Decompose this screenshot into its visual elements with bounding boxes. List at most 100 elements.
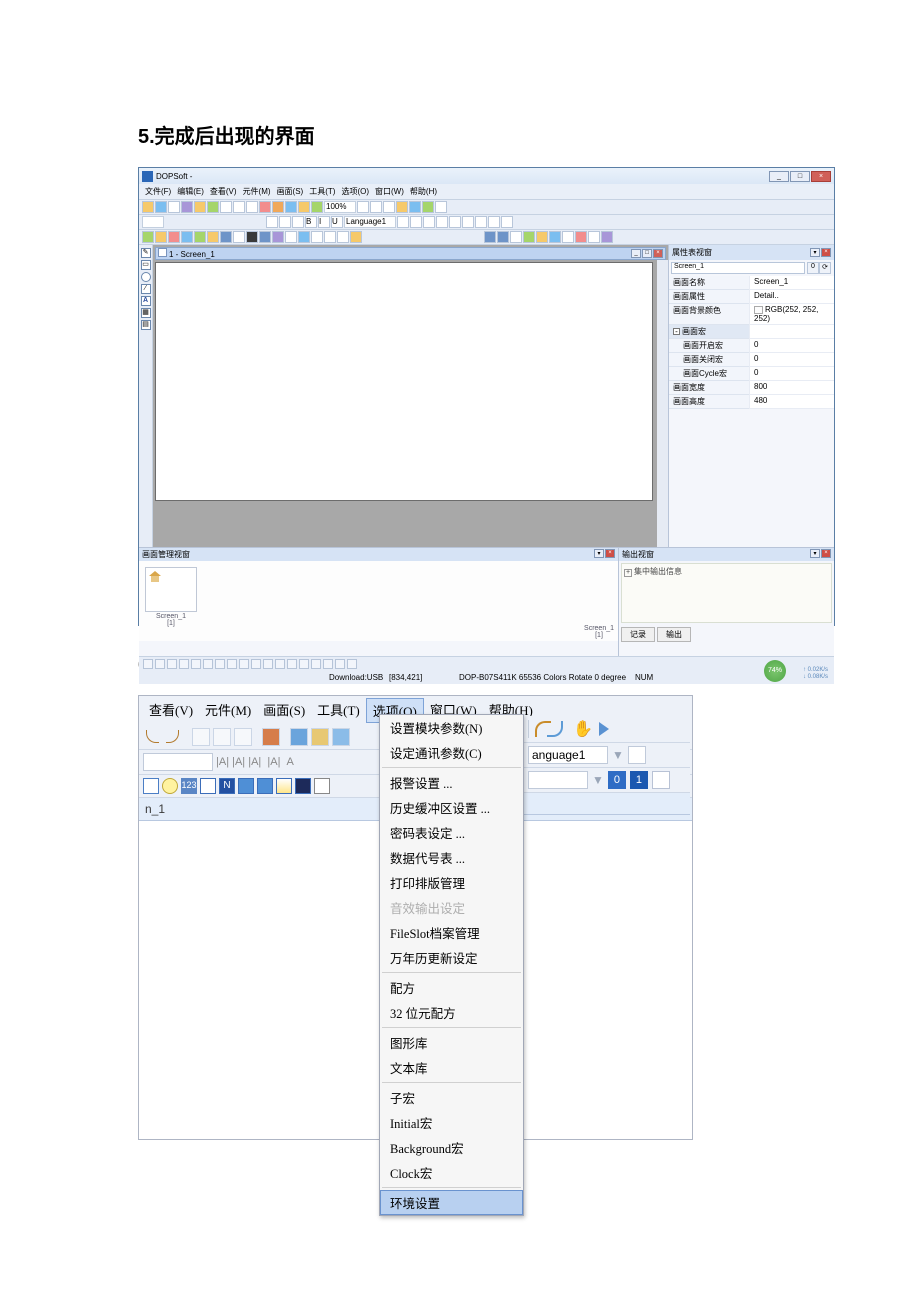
min-icon[interactable]: _ <box>631 249 641 258</box>
output-tab[interactable]: 输出 <box>657 627 691 642</box>
prop-refresh-icon[interactable]: ⟳ <box>819 262 831 274</box>
toolbtn[interactable] <box>488 216 500 228</box>
close-button[interactable]: × <box>811 171 831 182</box>
prop-val[interactable]: 0 <box>749 367 834 381</box>
menu-item-recipe[interactable]: 配方 <box>380 975 523 1000</box>
toolbtn[interactable] <box>220 231 232 243</box>
shape-sun-icon[interactable] <box>276 778 292 794</box>
max-icon[interactable]: □ <box>642 249 652 258</box>
circle-icon[interactable] <box>141 272 151 282</box>
toolbtn[interactable] <box>536 231 548 243</box>
toolbtn[interactable] <box>207 231 219 243</box>
menu-item-background-macro[interactable]: Background宏 <box>380 1135 523 1160</box>
rect-icon[interactable]: ▭ <box>141 260 151 270</box>
zoom-out-icon[interactable] <box>357 201 369 213</box>
redo-icon[interactable] <box>164 728 182 746</box>
sicon[interactable] <box>167 659 177 669</box>
menu-item-fileslot[interactable]: FileSlot档案管理 <box>380 920 523 945</box>
zoom-in-icon[interactable] <box>383 201 395 213</box>
toolbtn[interactable] <box>181 201 193 213</box>
toolbtn[interactable] <box>588 231 600 243</box>
menu-tools[interactable]: 工具(T) <box>307 185 337 198</box>
menu-screen[interactable]: 画面(S) <box>275 185 306 198</box>
menu-item-password-table[interactable]: 密码表设定 ... <box>380 820 523 845</box>
shape-n-icon[interactable]: N <box>219 778 235 794</box>
bold-icon[interactable]: B <box>305 216 317 228</box>
find-icon[interactable] <box>262 728 280 746</box>
italic-icon[interactable]: I <box>318 216 330 228</box>
layer-0-button[interactable]: 0 <box>608 771 626 789</box>
paste-icon[interactable] <box>246 201 258 213</box>
prop-val[interactable]: Screen_1 <box>749 276 834 290</box>
toolbtn[interactable] <box>436 216 448 228</box>
play-icon[interactable] <box>599 722 609 736</box>
dock-icon[interactable]: ▾ <box>810 248 820 257</box>
sicon[interactable] <box>203 659 213 669</box>
sicon[interactable] <box>251 659 261 669</box>
menu-item-module-params[interactable]: 设置模块参数(N) <box>380 715 523 740</box>
zoom-fit-icon[interactable] <box>370 201 382 213</box>
screen-thumb[interactable] <box>145 567 197 612</box>
close-icon[interactable]: × <box>821 248 831 257</box>
toolbtn[interactable] <box>311 231 323 243</box>
shape-slider-icon[interactable] <box>314 778 330 794</box>
shape-num-icon[interactable]: 123 <box>181 778 197 794</box>
menu-element[interactable]: 元件(M) <box>241 185 273 198</box>
shape-wave2-icon[interactable] <box>257 778 273 794</box>
output-tree[interactable]: +集中输出信息 <box>624 566 829 577</box>
menu-item-recipe32[interactable]: 32 位元配方 <box>380 1000 523 1025</box>
menu-item-calendar-update[interactable]: 万年历更新设定 <box>380 945 523 970</box>
sicon[interactable] <box>155 659 165 669</box>
property-select[interactable]: Screen_1 <box>671 262 805 274</box>
menu-options[interactable]: 选项(O) <box>339 185 371 198</box>
underline-icon[interactable]: U <box>331 216 343 228</box>
menu-screen[interactable]: 画面(S) <box>257 698 311 723</box>
menu-element[interactable]: 元件(M) <box>199 698 257 723</box>
grid-icon[interactable]: ▦ <box>141 308 151 318</box>
close-icon[interactable]: × <box>605 549 615 558</box>
image-icon[interactable]: ▤ <box>141 320 151 330</box>
menu-view[interactable]: 查看(V) <box>208 185 239 198</box>
close-icon[interactable]: × <box>653 249 663 258</box>
toolbtn[interactable] <box>462 216 474 228</box>
toolbtn[interactable] <box>311 201 323 213</box>
menu-item-sub-macro[interactable]: 子宏 <box>380 1085 523 1110</box>
toolbtn[interactable] <box>396 201 408 213</box>
prop-group[interactable]: -画面宏 <box>669 325 749 339</box>
dd2[interactable] <box>528 771 588 789</box>
shape-circle-icon[interactable] <box>162 778 178 794</box>
menu-view[interactable]: 查看(V) <box>143 698 199 723</box>
menu-edit[interactable]: 编辑(E) <box>175 185 206 198</box>
align-right-icon[interactable] <box>292 216 304 228</box>
toolbtn[interactable] <box>298 201 310 213</box>
menu-item-clock-macro[interactable]: Clock宏 <box>380 1160 523 1185</box>
toolbtn[interactable] <box>575 231 587 243</box>
toolbtn[interactable] <box>298 231 310 243</box>
menu-item-print-layout[interactable]: 打印排版管理 <box>380 870 523 895</box>
toolbtn[interactable] <box>168 201 180 213</box>
toolbtn[interactable] <box>272 231 284 243</box>
toolbtn[interactable] <box>181 231 193 243</box>
sicon[interactable] <box>239 659 249 669</box>
toolbtn[interactable] <box>497 231 509 243</box>
toolbtn[interactable] <box>484 231 496 243</box>
toolbtn[interactable] <box>290 728 308 746</box>
font-dd[interactable] <box>143 753 213 771</box>
menu-item-initial-macro[interactable]: Initial宏 <box>380 1110 523 1135</box>
pencil-icon[interactable]: ✎ <box>141 248 151 258</box>
toolbtn[interactable] <box>285 231 297 243</box>
hand-icon[interactable]: ✋ <box>573 719 593 739</box>
cut-icon[interactable] <box>192 728 210 746</box>
toolbtn[interactable] <box>207 201 219 213</box>
close-icon[interactable]: × <box>821 549 831 558</box>
undo-redo-icon[interactable] <box>533 720 569 738</box>
toolbtn[interactable] <box>194 231 206 243</box>
toolbtn[interactable] <box>285 201 297 213</box>
minimize-button[interactable]: _ <box>769 171 789 182</box>
toolbtn[interactable] <box>475 216 487 228</box>
dock-icon[interactable]: ▾ <box>810 549 820 558</box>
toolbtn[interactable] <box>142 231 154 243</box>
canvas[interactable] <box>155 262 653 501</box>
toolbtn[interactable] <box>409 201 421 213</box>
toolbtn[interactable] <box>194 201 206 213</box>
